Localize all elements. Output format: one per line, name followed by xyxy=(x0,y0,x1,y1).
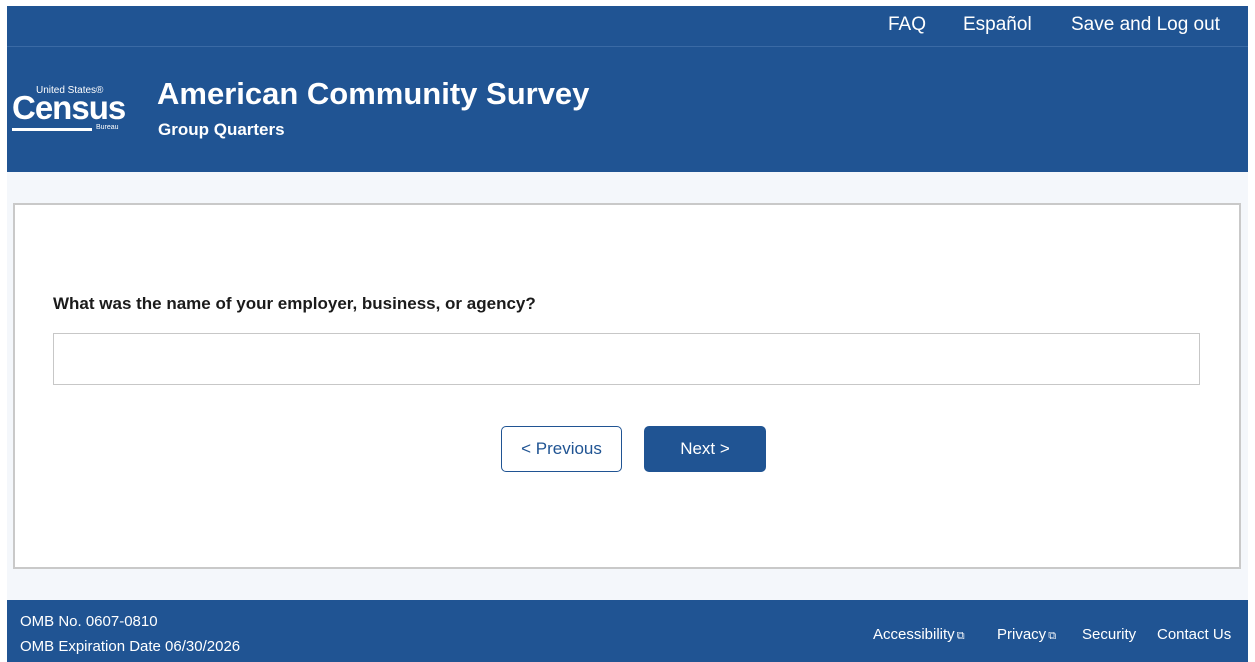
omb-number: OMB No. 0607-0810 xyxy=(20,613,158,630)
espanol-link[interactable]: Español xyxy=(963,14,1032,36)
census-bureau-logo: United States® Census Bureau xyxy=(12,85,127,135)
previous-button[interactable]: < Previous xyxy=(501,426,622,472)
site-header: United States® Census Bureau American Co… xyxy=(7,47,1248,172)
question-card: What was the name of your employer, busi… xyxy=(13,203,1241,569)
logo-census-text: Census xyxy=(12,89,126,126)
next-button[interactable]: Next > xyxy=(644,426,766,472)
omb-expiration: OMB Expiration Date 06/30/2026 xyxy=(20,638,241,655)
survey-title: American Community Survey xyxy=(157,76,590,111)
external-link-icon: ⧉ xyxy=(1048,630,1057,642)
question-label: What was the name of your employer, busi… xyxy=(53,294,536,313)
privacy-link-label: Privacy xyxy=(997,626,1047,643)
logo-underline xyxy=(12,128,92,131)
survey-subtitle: Group Quarters xyxy=(158,120,285,139)
accessibility-link[interactable]: Accessibility ⧉ xyxy=(873,626,965,643)
page: FAQ Español Save and Log out United Stat… xyxy=(7,6,1248,662)
security-link[interactable]: Security xyxy=(1082,626,1136,643)
external-link-icon: ⧉ xyxy=(956,630,965,642)
logo-bureau-text: Bureau xyxy=(96,124,119,131)
privacy-link[interactable]: Privacy ⧉ xyxy=(997,626,1056,643)
employer-name-input[interactable] xyxy=(53,333,1200,385)
contact-us-link[interactable]: Contact Us xyxy=(1157,626,1231,643)
accessibility-link-label: Accessibility xyxy=(873,626,955,643)
save-and-logout-link[interactable]: Save and Log out xyxy=(1071,14,1220,36)
site-footer: OMB No. 0607-0810 OMB Expiration Date 06… xyxy=(7,600,1248,662)
faq-link[interactable]: FAQ xyxy=(888,14,926,36)
top-utility-bar: FAQ Español Save and Log out xyxy=(7,6,1248,47)
